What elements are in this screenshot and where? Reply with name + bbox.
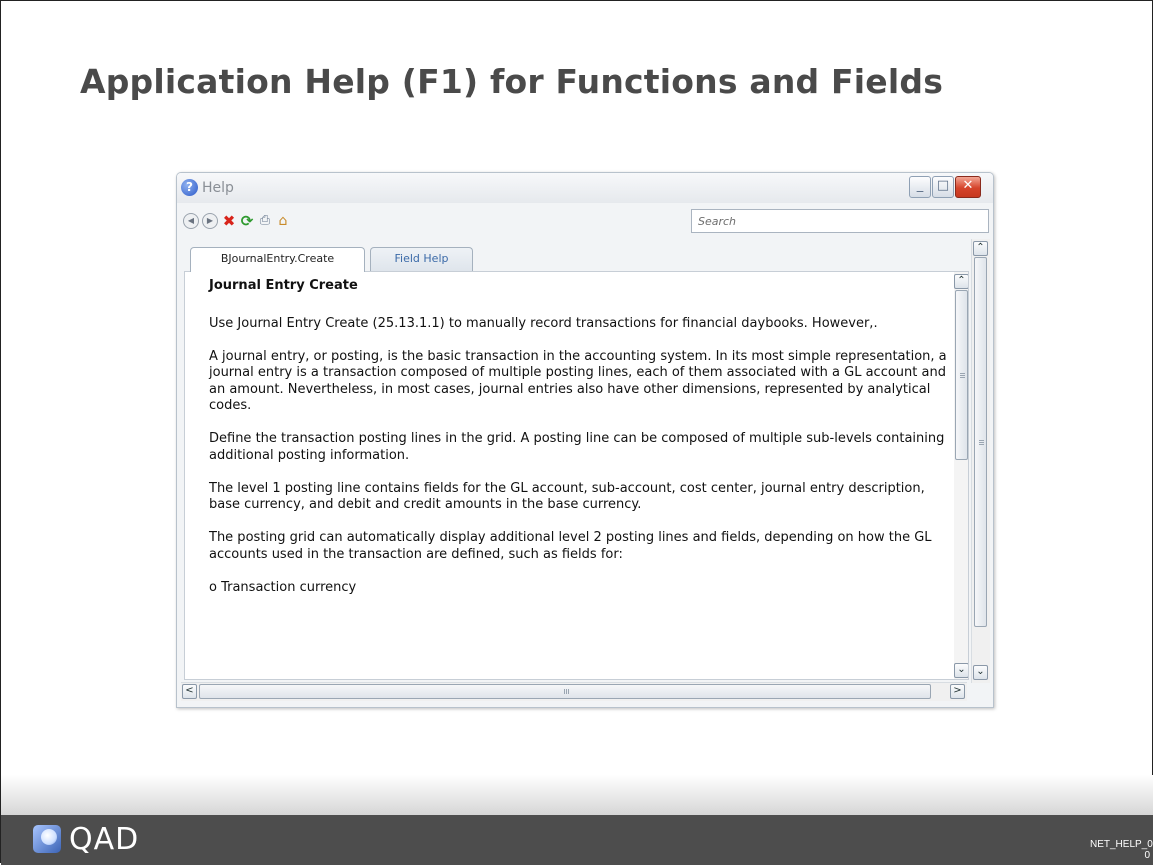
forward-icon[interactable]: ▶ (202, 213, 218, 229)
help-toolbar: ◀ ▶ ✖ ⟳ ⎙ ⌂ (177, 205, 993, 237)
maximize-button[interactable]: □ (932, 176, 954, 198)
horizontal-scrollbar-thumb[interactable] (199, 684, 931, 699)
scroll-left-button[interactable]: < (182, 684, 197, 699)
scroll-right-button[interactable]: > (950, 684, 965, 699)
content-vertical-scrollbar[interactable]: ⌃ ⌄ (954, 272, 968, 679)
help-article: Journal Entry Create Use Journal Entry C… (209, 278, 949, 613)
slide-code: NET_HELP_07 0 (1090, 839, 1155, 861)
stop-icon[interactable]: ✖ (221, 213, 237, 229)
article-paragraph: Define the transaction posting lines in … (209, 431, 945, 463)
search-input[interactable] (691, 209, 989, 233)
help-content-pane: Journal Entry Create Use Journal Entry C… (184, 271, 969, 680)
tab-field-help[interactable]: Field Help (370, 247, 473, 271)
help-icon: ? (181, 179, 198, 196)
window-title: Help (202, 180, 234, 196)
home-icon[interactable]: ⌂ (275, 213, 291, 229)
horizontal-scrollbar[interactable]: < > (181, 682, 967, 701)
close-button[interactable]: ✕ (955, 176, 981, 198)
refresh-icon[interactable]: ⟳ (239, 213, 255, 229)
window-scroll-down-button[interactable]: ⌄ (973, 665, 988, 680)
article-paragraph: The level 1 posting line contains fields… (209, 480, 925, 513)
tab-bjournalentry-create[interactable]: BJournalEntry.Create (190, 247, 365, 272)
window-scrollbar-thumb[interactable] (974, 257, 987, 627)
scroll-down-button[interactable]: ⌄ (954, 663, 968, 678)
scrollbar-grip (960, 373, 965, 379)
slide-code-line2: 0 (1144, 850, 1150, 861)
back-icon[interactable]: ◀ (183, 213, 199, 229)
scrollbar-thumb[interactable] (955, 290, 968, 460)
window-vertical-scrollbar[interactable]: ⌃ ⌄ (971, 239, 990, 683)
horizontal-scrollbar-grip (564, 689, 570, 694)
article-heading: Journal Entry Create (209, 278, 358, 293)
window-scroll-up-button[interactable]: ⌃ (973, 241, 988, 256)
minimize-button[interactable]: _ (909, 176, 931, 198)
article-paragraph: Use Journal Entry Create (25.13.1.1) to … (209, 315, 878, 331)
qad-logo-icon (33, 825, 61, 853)
scroll-up-button[interactable]: ⌃ (954, 274, 968, 289)
article-paragraph: A journal entry, or posting, is the basi… (209, 348, 947, 414)
slide-title: Application Help (F1) for Functions and … (80, 62, 944, 101)
footer-gradient (1, 775, 1153, 815)
help-window: ? Help _ □ ✕ ◀ ▶ ✖ ⟳ ⎙ ⌂ BJournalEntry.C… (176, 172, 994, 708)
window-scrollbar-grip (979, 440, 984, 446)
article-list-item: o Transaction currency (209, 579, 357, 595)
footer-bar: QAD NET_HELP_07 0 (1, 815, 1155, 865)
print-icon[interactable]: ⎙ (257, 213, 273, 229)
slide-code-line1: NET_HELP_07 (1090, 839, 1155, 850)
article-paragraph: The posting grid can automatically displ… (209, 530, 932, 562)
qad-logo-text: QAD (69, 822, 140, 857)
window-titlebar[interactable]: ? Help _ □ ✕ (177, 173, 993, 203)
